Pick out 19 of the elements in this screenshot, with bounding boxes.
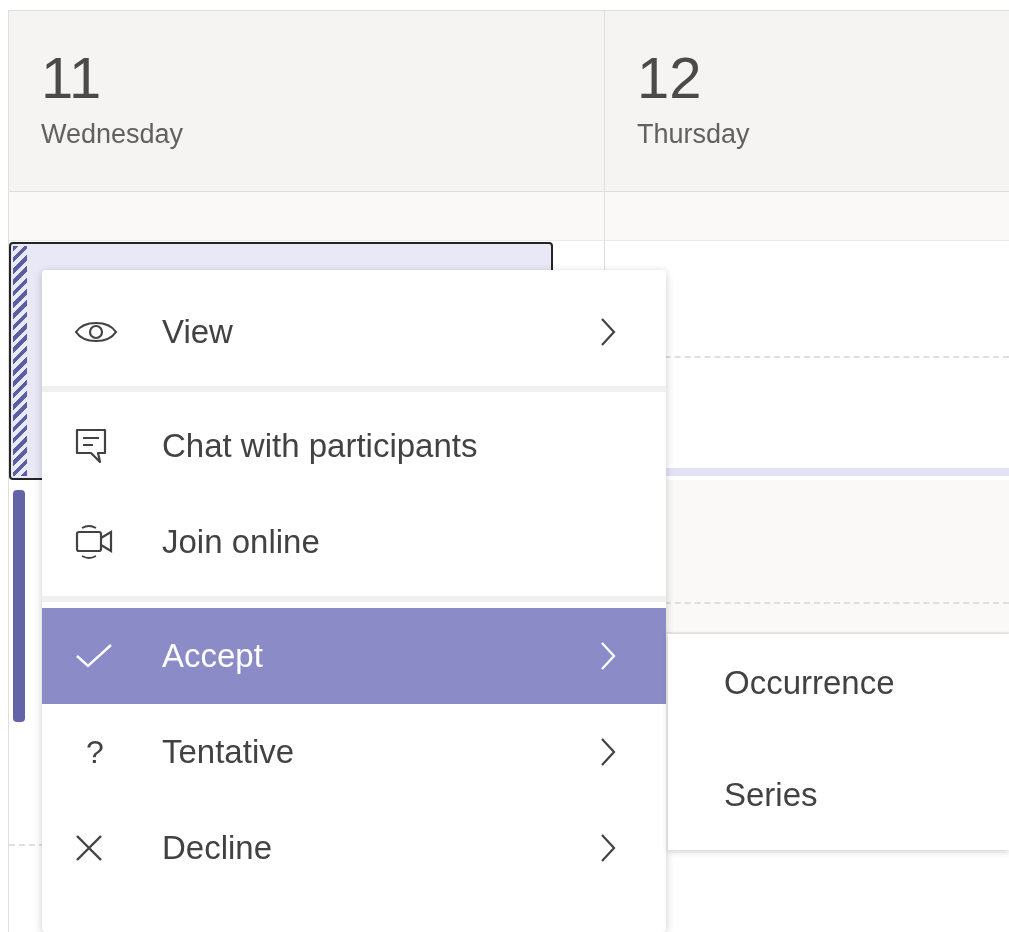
check-icon xyxy=(74,643,114,669)
question-icon: ? xyxy=(86,733,104,771)
chevron-right-icon xyxy=(600,833,616,863)
menu-item[interactable]: View xyxy=(42,284,666,380)
submenu-item[interactable]: Occurrence xyxy=(668,648,1009,746)
menu-item[interactable]: Join online xyxy=(42,494,666,590)
day-number: 11 xyxy=(41,44,103,112)
close-icon xyxy=(74,833,104,863)
weekday-label: Wednesday xyxy=(41,119,185,150)
chat-icon xyxy=(74,427,108,465)
chevron-right-icon xyxy=(600,737,616,767)
chevron-right-icon xyxy=(600,317,616,347)
menu-item[interactable]: ? Tentative xyxy=(42,704,666,800)
menu-item[interactable]: Decline xyxy=(42,800,666,896)
weekday-label: Thursday xyxy=(637,119,751,150)
menu-item[interactable]: Chat with participants xyxy=(42,398,666,494)
submenu-item[interactable]: Series xyxy=(668,746,1009,844)
chevron-right-icon xyxy=(600,641,616,671)
day-number: 12 xyxy=(637,44,703,112)
